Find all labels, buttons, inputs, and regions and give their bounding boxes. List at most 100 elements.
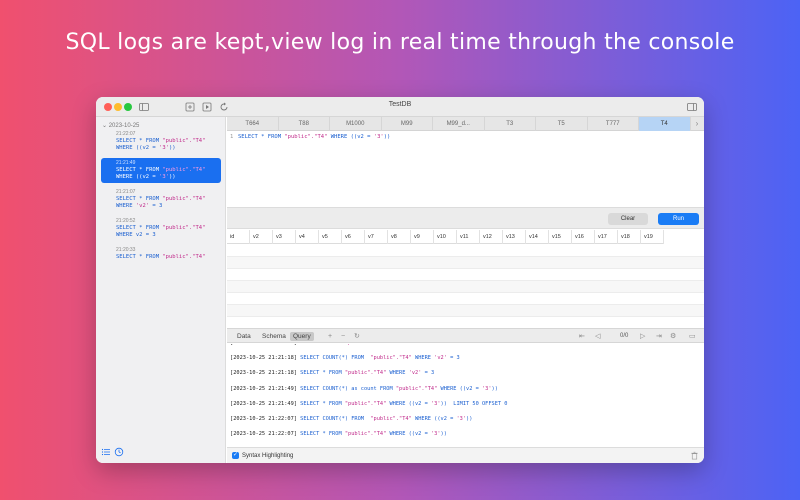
tab-t664[interactable]: T664 xyxy=(227,117,279,131)
log-sql-line: SELECT * FROM "public"."T4" xyxy=(116,138,206,145)
table-row[interactable] xyxy=(227,281,704,293)
console-log-line: [2023-10-25 21:21:18] SELECT COUNT(*) FR… xyxy=(230,355,460,361)
column-header-v9[interactable]: v9 xyxy=(411,230,434,244)
column-header-id[interactable]: id xyxy=(227,230,250,244)
add-row-icon[interactable]: + xyxy=(328,332,332,341)
sql-keyword-text: = 3 xyxy=(149,203,163,209)
tab-m1000[interactable]: M1000 xyxy=(330,117,382,131)
log-timestamp: [2023-10-25 21:21:18] xyxy=(230,355,301,361)
log-timestamp: [2023-10-25 21:22:07] xyxy=(230,431,301,437)
date-group-header[interactable]: ⌄ 2023-10-25 xyxy=(102,122,139,129)
sql-keyword-text: SELECT COUNT(*) FROM xyxy=(300,416,371,422)
sql-editor[interactable]: 1 SELECT * FROM "public"."T4" WHERE ((v2… xyxy=(227,132,704,206)
tab-m99[interactable]: M99 xyxy=(382,117,433,131)
column-header-v17[interactable]: v17 xyxy=(595,230,618,244)
log-timestamp: 21:20:52 xyxy=(116,218,136,224)
column-header-v4[interactable]: v4 xyxy=(296,230,319,244)
tab-m99-d-[interactable]: M99_d... xyxy=(433,117,485,131)
column-header-v8[interactable]: v8 xyxy=(388,230,411,244)
remove-row-icon[interactable]: − xyxy=(341,332,345,341)
sql-keyword-text: )) xyxy=(466,416,473,422)
column-header-v14[interactable]: v14 xyxy=(526,230,549,244)
console-log-line: [2023-10-25 21:21:18] SELECT * FROM "pub… xyxy=(230,370,434,376)
chevron-right-icon[interactable]: › xyxy=(691,117,704,131)
table-row[interactable] xyxy=(227,245,704,257)
table-row[interactable] xyxy=(227,305,704,317)
log-sql-line: SELECT * FROM "public"."T4" xyxy=(116,167,206,174)
column-header-v11[interactable]: v11 xyxy=(457,230,480,244)
history-clock-icon[interactable] xyxy=(114,447,124,457)
table-row[interactable] xyxy=(227,293,704,305)
tab-t5[interactable]: T5 xyxy=(536,117,588,131)
first-page-icon[interactable]: ⇤ xyxy=(579,332,585,341)
run-button[interactable]: Run xyxy=(658,213,699,225)
app-window: TestDB ⌄ 2023-10-25 21:22:07 SELECT * FRO… xyxy=(96,97,704,463)
column-header-v10[interactable]: v10 xyxy=(434,230,457,244)
sql-keyword-text: SELECT * FROM xyxy=(116,225,163,231)
column-header-v13[interactable]: v13 xyxy=(503,230,526,244)
history-log-item[interactable]: 21:21:07 SELECT * FROM "public"."T4" WHERE… xyxy=(101,187,221,212)
sql-keyword-text: WHERE xyxy=(386,344,408,346)
sql-keyword-text: WHERE v2 = 3 xyxy=(116,232,156,238)
syntax-highlighting-checkbox[interactable]: ✓ xyxy=(232,452,239,459)
column-header-v12[interactable]: v12 xyxy=(480,230,503,244)
settings-gear-icon[interactable]: ⚙ xyxy=(670,332,676,341)
log-timestamp: [2023-10-25 21:21:07] xyxy=(230,344,300,346)
table-row[interactable] xyxy=(227,257,704,269)
column-header-v2[interactable]: v2 xyxy=(250,230,273,244)
log-sql-line: WHERE ((v2 = '3')) xyxy=(116,174,206,181)
inspector-toggle-icon[interactable] xyxy=(686,101,698,113)
list-icon[interactable] xyxy=(101,447,111,457)
tab-t88[interactable]: T88 xyxy=(279,117,330,131)
tab-data[interactable]: Data xyxy=(234,332,254,341)
sql-keyword-text: WHERE ((v2 = xyxy=(411,416,457,422)
sql-keyword-text: = 3 xyxy=(421,370,435,376)
headline: SQL logs are kept,view log in real time … xyxy=(65,30,735,55)
history-log-item[interactable]: 21:22:07 SELECT * FROM "public"."T4" WHERE… xyxy=(101,129,221,154)
table-row[interactable] xyxy=(227,269,704,281)
reload-icon[interactable]: ↻ xyxy=(354,332,360,341)
sql-keyword-text: SELECT * FROM xyxy=(116,167,163,173)
sql-keyword-text: SELECT * FROM xyxy=(300,370,345,376)
sql-keyword-text: )) xyxy=(168,145,176,151)
log-timestamp: 21:22:07 xyxy=(116,131,136,137)
column-header-v16[interactable]: v16 xyxy=(572,230,595,244)
column-header-v19[interactable]: v19 xyxy=(641,230,664,244)
trash-icon[interactable] xyxy=(690,451,699,460)
sql-string-text: "public"."T4" xyxy=(162,167,206,173)
panel-toggle-icon[interactable]: ▭ xyxy=(689,332,696,341)
sql-string-text: 'v2' xyxy=(408,370,422,376)
tab-t3[interactable]: T3 xyxy=(485,117,536,131)
column-header-v7[interactable]: v7 xyxy=(365,230,388,244)
history-log-item[interactable]: 21:20:52 SELECT * FROM "public"."T4" WHERE… xyxy=(101,216,221,241)
column-header-v6[interactable]: v6 xyxy=(342,230,365,244)
column-header-v18[interactable]: v18 xyxy=(618,230,641,244)
column-header-v15[interactable]: v15 xyxy=(549,230,572,244)
sql-string-text: "public"."T4" xyxy=(370,355,412,361)
tab-t777[interactable]: T777 xyxy=(588,117,639,131)
column-header-v3[interactable]: v3 xyxy=(273,230,296,244)
console-log-line: [2023-10-25 21:22:07] SELECT * FROM "pub… xyxy=(230,431,447,437)
sql-keyword-text: = 3 xyxy=(446,355,460,361)
tab-t4[interactable]: T4 xyxy=(639,117,691,131)
sql-string-text: '3' xyxy=(159,145,169,151)
sql-keyword-text: = 3 xyxy=(421,344,435,346)
next-page-icon[interactable]: ▷ xyxy=(640,332,645,341)
history-log-item[interactable]: 21:20:33 SELECT * FROM "public"."T4" xyxy=(101,245,221,263)
sql-keyword-text: SELECT * FROM xyxy=(116,196,163,202)
tab-query[interactable]: Query xyxy=(290,332,314,341)
history-log-item[interactable]: 21:21:49 SELECT * FROM "public"."T4" WHERE… xyxy=(101,158,221,183)
previous-page-icon[interactable]: ◁ xyxy=(595,332,600,341)
grid-header: id v2 v3 v4 v5 v6 v7 v8 v9 v10 v11 v12 v13 v14 v15 v16 v… xyxy=(227,230,664,244)
log-timestamp: 21:21:49 xyxy=(116,160,136,166)
table-row[interactable] xyxy=(227,317,704,327)
results-grid[interactable]: id v2 v3 v4 v5 v6 v7 v8 v9 v10 v11 v12 v13 v14 v15 v16 v… xyxy=(227,230,704,327)
tab-schema[interactable]: Schema xyxy=(259,332,289,341)
sql-keyword-text: SELECT COUNT(*) as count FROM xyxy=(300,386,396,392)
last-page-icon[interactable]: ⇥ xyxy=(656,332,662,341)
column-header-v5[interactable]: v5 xyxy=(319,230,342,244)
editor-sql-text[interactable]: SELECT * FROM "public"."T4" WHERE ((v2 =… xyxy=(238,134,390,140)
clear-button[interactable]: Clear xyxy=(608,213,648,225)
console-log-line: [2023-10-25 21:21:49] SELECT * FROM "pub… xyxy=(230,401,508,407)
sql-console-log[interactable]: [2023-10-25 21:21:07] SELECT * FROM "pub… xyxy=(227,344,704,447)
